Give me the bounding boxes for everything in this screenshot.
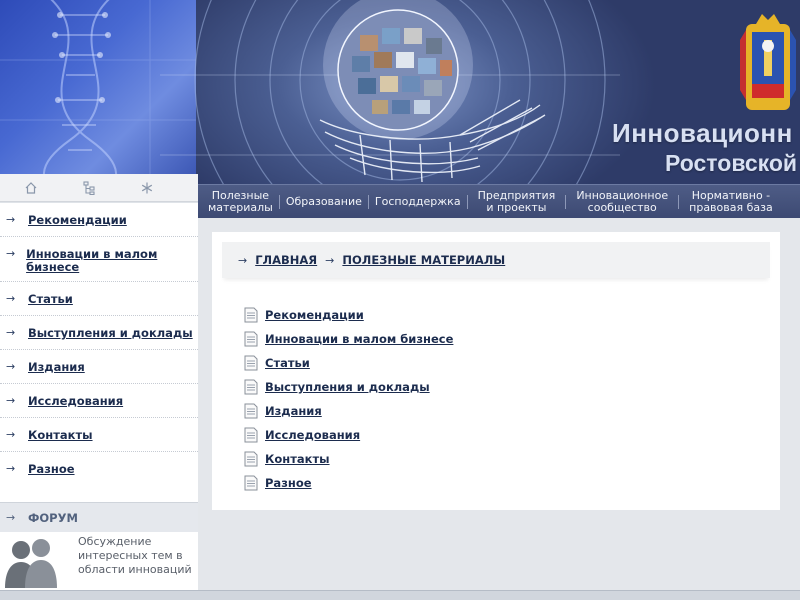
document-link[interactable]: Выступления и доклады xyxy=(265,380,430,394)
sidebar-item-speeches-reports[interactable]: → Выступления и доклады xyxy=(0,316,198,350)
nav-item-legal-base[interactable]: Нормативно - правовая база xyxy=(679,189,783,214)
document-icon xyxy=(244,475,258,491)
breadcrumb-current[interactable]: ПОЛЕЗНЫЕ МАТЕРИАЛЫ xyxy=(342,253,505,267)
list-item[interactable]: Инновации в малом бизнесе xyxy=(244,327,644,351)
site-title-line1: Инновационн xyxy=(612,118,793,148)
people-icon xyxy=(5,539,57,588)
main-navigation: Полезные материалы Образование Господдер… xyxy=(198,184,800,218)
arrow-right-icon: → xyxy=(6,462,16,475)
breadcrumb-home[interactable]: ГЛАВНАЯ xyxy=(255,253,317,267)
arrow-right-icon: → xyxy=(238,253,248,267)
sidebar-item-label[interactable]: Контакты xyxy=(28,418,93,442)
region-emblem-icon xyxy=(736,10,800,124)
sidebar-item-research[interactable]: → Исследования xyxy=(0,384,198,418)
sidebar-item-label[interactable]: Статьи xyxy=(28,282,73,306)
site-title-line2: Ростовской xyxy=(665,150,798,176)
sidebar-item-label[interactable]: Исследования xyxy=(28,384,123,408)
arrow-right-icon: → xyxy=(6,394,16,407)
nav-item-state-support[interactable]: Господдержка xyxy=(369,195,467,208)
document-list: Рекомендации Инновации в малом бизнесе С… xyxy=(244,303,644,495)
page-footer-strip xyxy=(0,590,800,600)
document-link[interactable]: Инновации в малом бизнесе xyxy=(265,332,453,346)
forum-header[interactable]: → ФОРУМ xyxy=(0,502,198,532)
asterisk-icon[interactable] xyxy=(133,178,161,198)
forum-description: Обсуждение интересных тем в области инно… xyxy=(78,535,192,576)
arrow-right-icon: → xyxy=(6,511,16,524)
sidebar-item-contacts[interactable]: → Контакты xyxy=(0,418,198,452)
sidebar-menu: → Рекомендации → Инновации в малом бизне… xyxy=(0,203,198,503)
sidebar-item-recommendations[interactable]: → Рекомендации xyxy=(0,203,198,237)
list-item[interactable]: Разное xyxy=(244,471,644,495)
sitemap-icon[interactable] xyxy=(75,178,103,198)
list-item[interactable]: Выступления и доклады xyxy=(244,375,644,399)
sidebar-item-publications[interactable]: → Издания xyxy=(0,350,198,384)
arrow-right-icon: → xyxy=(6,292,16,305)
sidebar-item-label[interactable]: Разное xyxy=(28,452,75,476)
globe-hand-image xyxy=(160,0,620,184)
list-item[interactable]: Статьи xyxy=(244,351,644,375)
arrow-right-icon: → xyxy=(6,247,16,260)
arrow-right-icon: → xyxy=(6,428,16,441)
nav-item-enterprises-projects[interactable]: Предприятия и проекты xyxy=(468,189,566,214)
forum-link[interactable]: ФОРУМ xyxy=(28,511,78,525)
document-icon xyxy=(244,379,258,395)
document-link[interactable]: Рекомендации xyxy=(265,308,364,322)
arrow-right-icon: → xyxy=(6,360,16,373)
sidebar-item-small-business-innovations[interactable]: → Инновации в малом бизнесе xyxy=(0,237,198,282)
sidebar-item-label[interactable]: Инновации в малом бизнесе xyxy=(26,237,198,274)
document-link[interactable]: Статьи xyxy=(265,356,310,370)
document-icon xyxy=(244,355,258,371)
arrow-right-icon: → xyxy=(6,213,16,226)
list-item[interactable]: Исследования xyxy=(244,423,644,447)
document-icon xyxy=(244,307,258,323)
forum-teaser: Обсуждение интересных тем в области инно… xyxy=(0,532,198,590)
list-item[interactable]: Контакты xyxy=(244,447,644,471)
document-icon xyxy=(244,451,258,467)
document-icon xyxy=(244,331,258,347)
site-title: Инновационн Ростовской xyxy=(612,118,800,178)
arrow-right-icon: → xyxy=(6,326,16,339)
sidebar-item-label[interactable]: Выступления и доклады xyxy=(28,316,193,340)
sidebar-item-articles[interactable]: → Статьи xyxy=(0,282,198,316)
list-item[interactable]: Издания xyxy=(244,399,644,423)
document-icon xyxy=(244,427,258,443)
sidebar-item-misc[interactable]: → Разное xyxy=(0,452,198,486)
home-icon[interactable] xyxy=(17,178,45,198)
document-link[interactable]: Разное xyxy=(265,476,312,490)
site-header: Инновационн Ростовской xyxy=(0,0,800,184)
utility-icon-bar xyxy=(0,174,198,202)
nav-item-useful-materials[interactable]: Полезные материалы xyxy=(198,189,279,214)
document-link[interactable]: Издания xyxy=(265,404,322,418)
list-item[interactable]: Рекомендации xyxy=(244,303,644,327)
nav-item-education[interactable]: Образование xyxy=(280,195,368,208)
arrow-right-icon: → xyxy=(325,253,335,267)
nav-item-innovation-community[interactable]: Инновационное сообщество xyxy=(566,189,678,214)
sidebar-item-label[interactable]: Рекомендации xyxy=(28,203,127,227)
sidebar-item-label[interactable]: Издания xyxy=(28,350,85,374)
document-icon xyxy=(244,403,258,419)
document-link[interactable]: Исследования xyxy=(265,428,360,442)
document-link[interactable]: Контакты xyxy=(265,452,330,466)
breadcrumb: → ГЛАВНАЯ → ПОЛЕЗНЫЕ МАТЕРИАЛЫ xyxy=(222,242,770,278)
